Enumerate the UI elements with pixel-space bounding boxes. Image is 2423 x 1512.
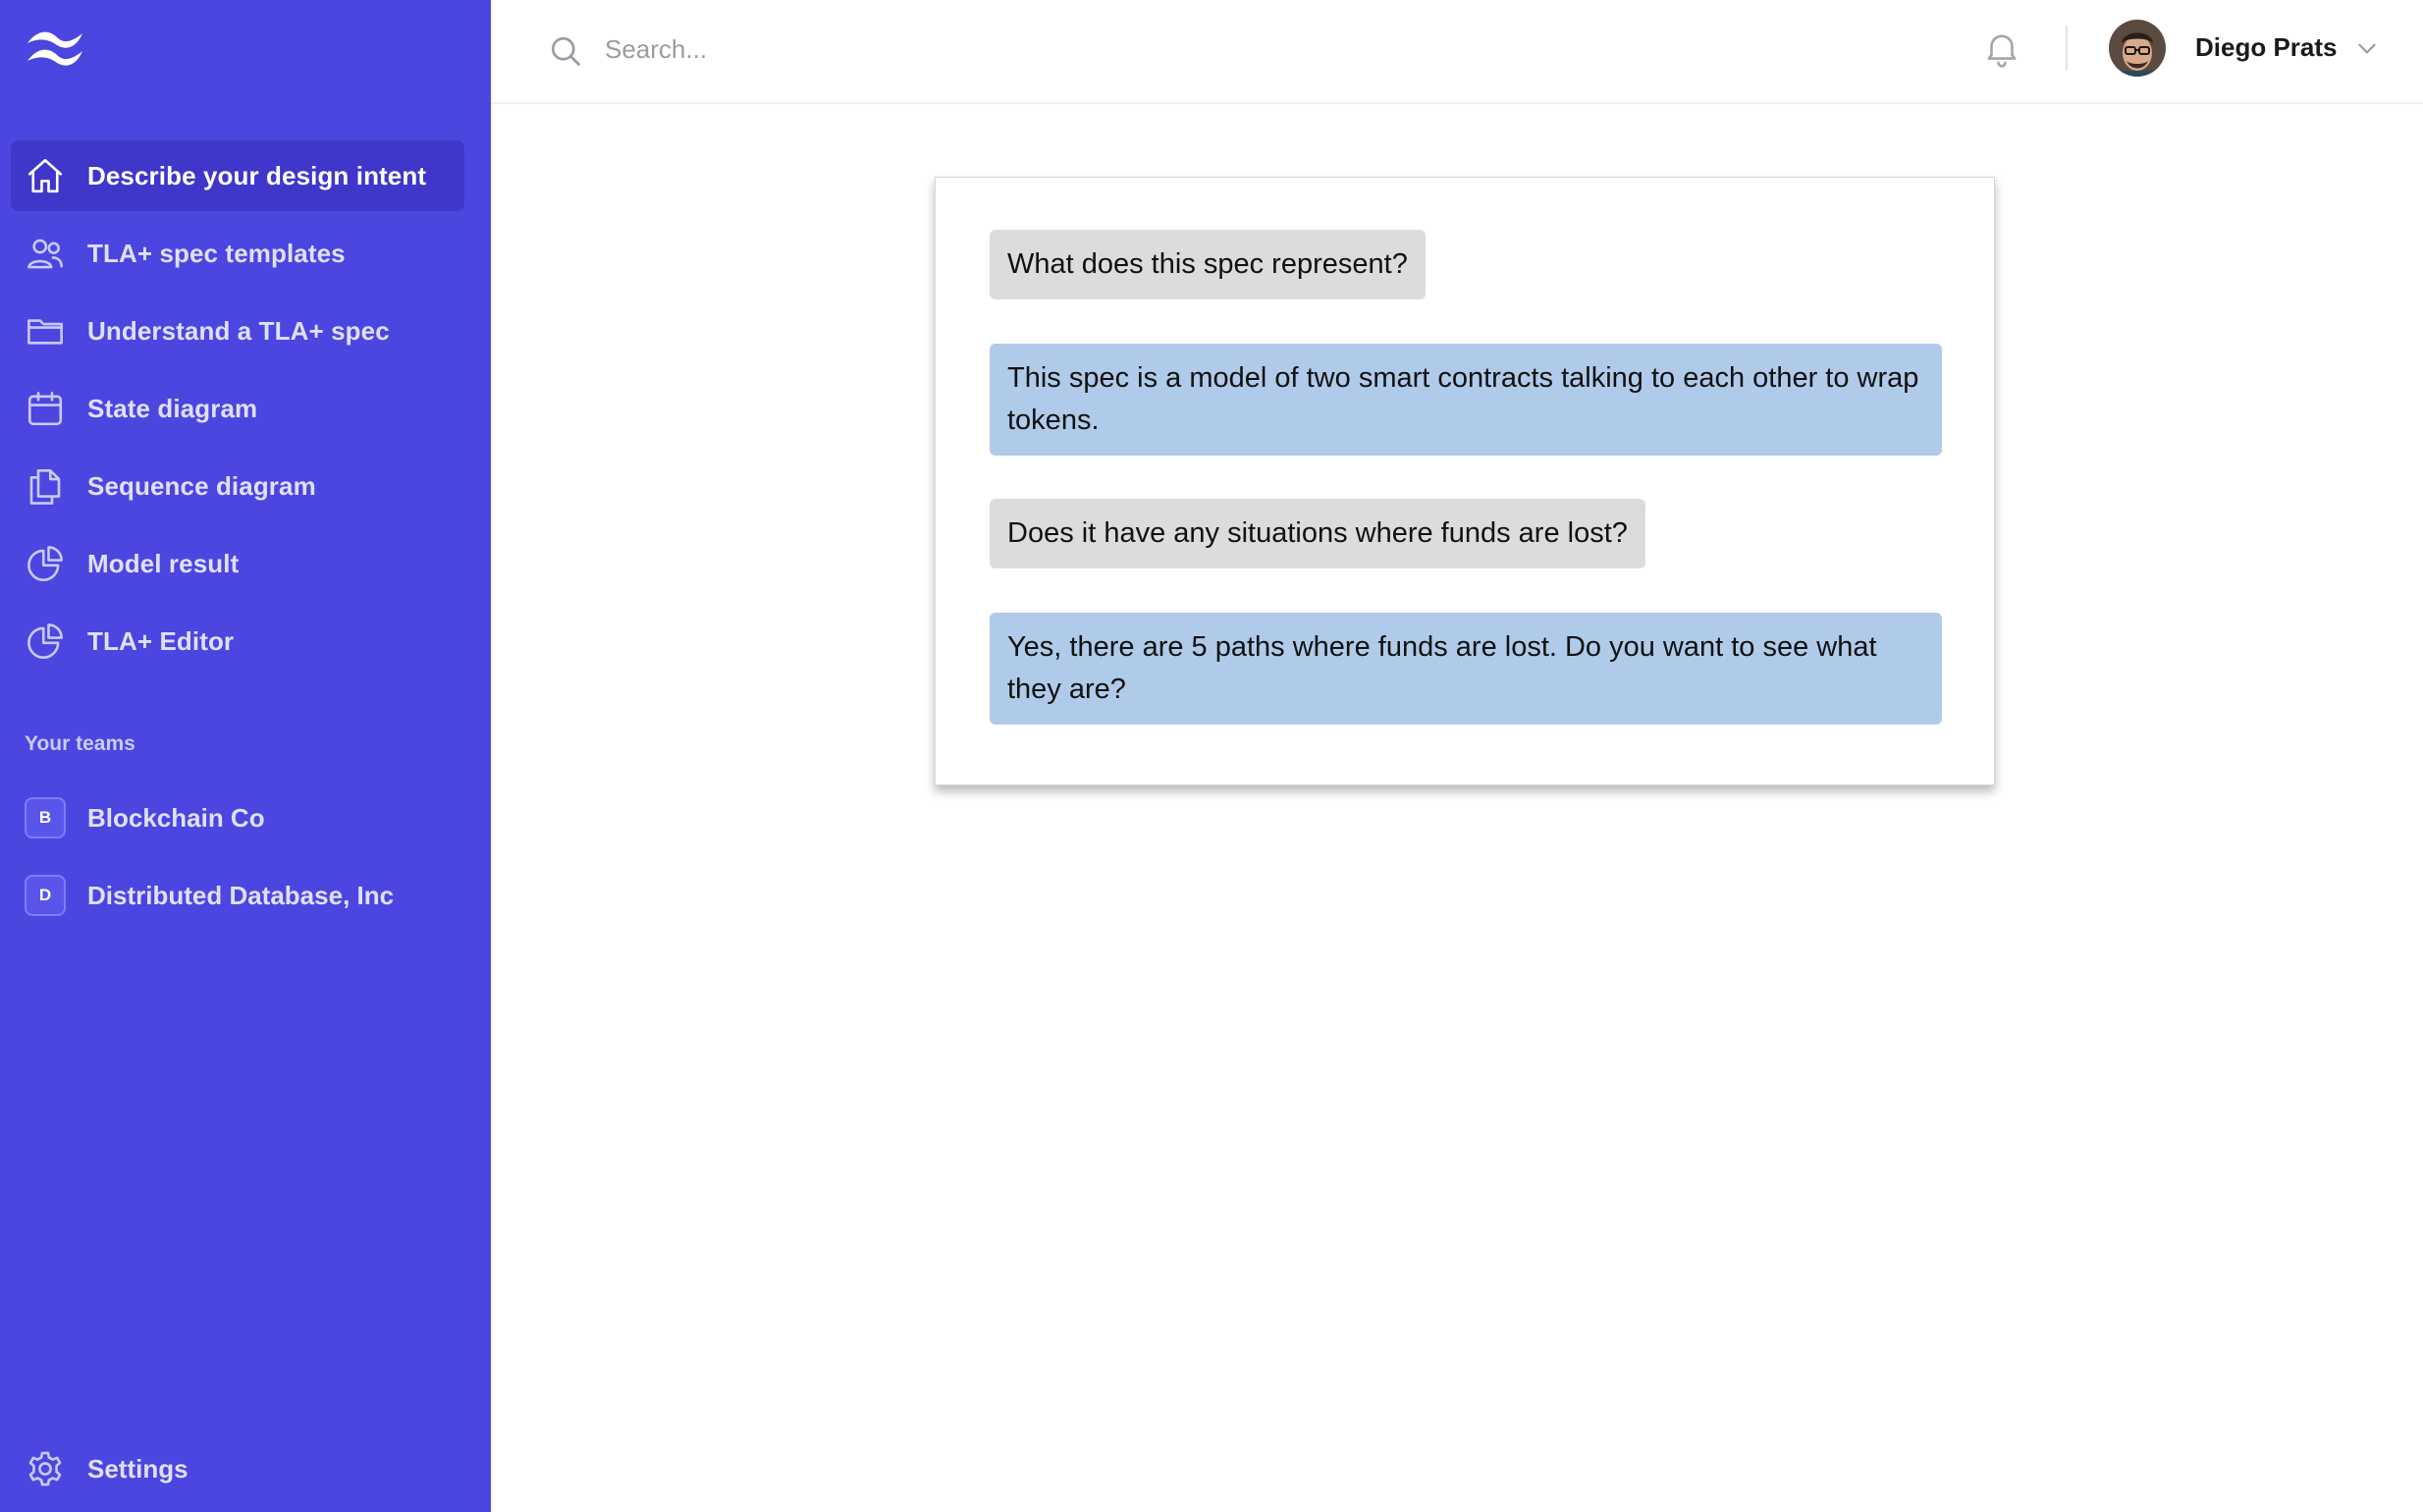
- top-bar: Diego Prats: [491, 0, 2423, 104]
- team-item-distributed-database[interactable]: D Distributed Database, Inc: [11, 860, 464, 931]
- nav-item-label: State diagram: [87, 393, 258, 423]
- chat-panel: What does this spec represent? This spec…: [935, 177, 1995, 785]
- nav-item-tla-spec-templates[interactable]: TLA+ spec templates: [11, 218, 464, 289]
- nav-item-label: Sequence diagram: [87, 470, 316, 501]
- team-name: Distributed Database, Inc: [87, 880, 395, 910]
- nav-item-label: Understand a TLA+ spec: [87, 315, 390, 346]
- nav-item-label: TLA+ Editor: [87, 625, 235, 656]
- waves-logo-icon: [27, 31, 82, 66]
- team-name: Blockchain Co: [87, 802, 265, 833]
- nav-item-label: Describe your design intent: [87, 160, 427, 190]
- main-nav: Describe your design intent TLA+ spec te…: [11, 140, 464, 683]
- search-icon: [548, 33, 583, 69]
- user-message: Does it have any situations where funds …: [990, 499, 1645, 568]
- documents-icon: [25, 465, 66, 507]
- nav-item-model-result[interactable]: Model result: [11, 528, 464, 599]
- user-name[interactable]: Diego Prats: [2195, 32, 2338, 63]
- nav-item-tla-editor[interactable]: TLA+ Editor: [11, 606, 464, 676]
- app-root: Describe your design intent TLA+ spec te…: [0, 0, 2423, 1512]
- teams-list: B Blockchain Co D Distributed Database, …: [11, 783, 464, 938]
- settings-link[interactable]: Settings: [11, 1433, 464, 1504]
- calendar-icon: [25, 388, 66, 429]
- users-icon: [25, 233, 66, 274]
- nav-item-label: Model result: [87, 548, 240, 578]
- logo[interactable]: [24, 24, 94, 71]
- pie-chart-icon: [25, 621, 66, 662]
- nav-item-sequence-diagram[interactable]: Sequence diagram: [11, 451, 464, 521]
- notifications-bell-icon[interactable]: [1981, 27, 2022, 69]
- assistant-message: This spec is a model of two smart contra…: [990, 344, 1942, 456]
- sidebar: Describe your design intent TLA+ spec te…: [0, 0, 491, 1512]
- user-message: What does this spec represent?: [990, 230, 1426, 299]
- search-input[interactable]: [603, 27, 1781, 72]
- nav-item-understand-tla-spec[interactable]: Understand a TLA+ spec: [11, 296, 464, 366]
- folder-icon: [25, 310, 66, 351]
- team-initial-badge: B: [25, 797, 66, 838]
- nav-item-state-diagram[interactable]: State diagram: [11, 373, 464, 444]
- topbar-divider: [2066, 26, 2068, 71]
- team-item-blockchain-co[interactable]: B Blockchain Co: [11, 783, 464, 853]
- chevron-down-icon[interactable]: [2354, 35, 2380, 61]
- settings-label: Settings: [87, 1453, 188, 1484]
- teams-section-title: Your teams: [25, 732, 135, 755]
- pie-chart-icon: [25, 543, 66, 584]
- nav-item-label: TLA+ spec templates: [87, 238, 346, 268]
- nav-item-describe-design-intent[interactable]: Describe your design intent: [11, 140, 464, 211]
- user-avatar[interactable]: [2109, 20, 2166, 77]
- assistant-message: Yes, there are 5 paths where funds are l…: [990, 613, 1942, 725]
- home-icon: [25, 155, 66, 196]
- team-initial-badge: D: [25, 875, 66, 916]
- gear-icon: [25, 1448, 66, 1489]
